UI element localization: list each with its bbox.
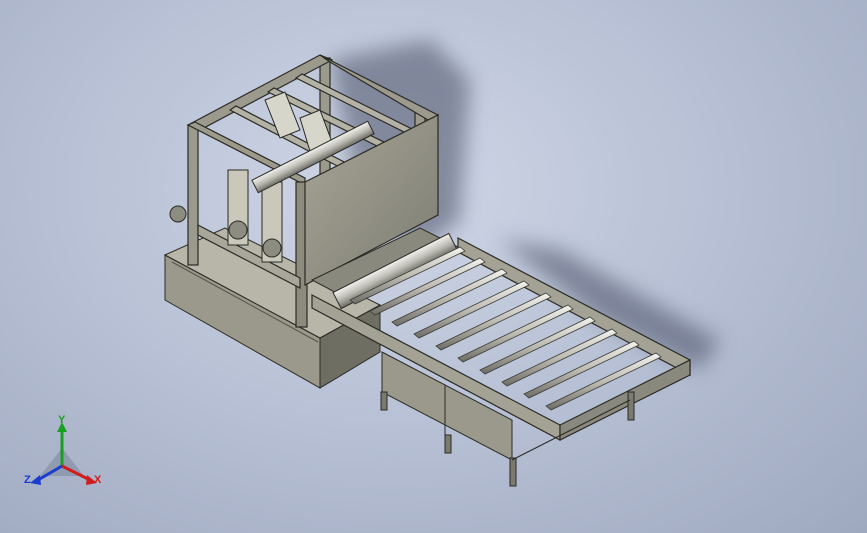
triad-graphic — [30, 422, 97, 485]
machine-3d-model[interactable] — [0, 0, 867, 533]
z-axis-label: Z — [24, 474, 31, 486]
y-axis-label: Y — [58, 414, 66, 426]
cad-graphics-viewport[interactable]: Y X Z — [0, 0, 867, 533]
view-orientation-triad[interactable]: Y X Z — [20, 414, 110, 498]
x-axis-label: X — [94, 474, 102, 486]
